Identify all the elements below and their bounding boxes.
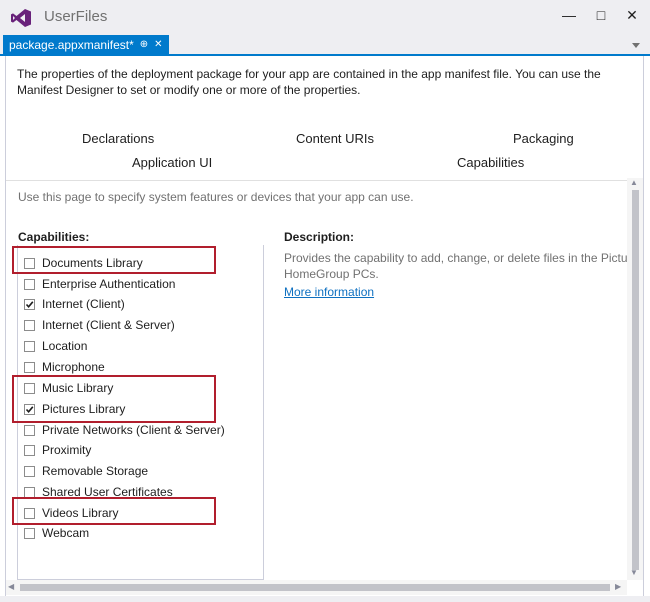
vertical-scroll-thumb[interactable] (632, 190, 639, 570)
capabilities-heading: Capabilities: (18, 230, 90, 244)
checkbox[interactable] (24, 298, 35, 310)
capability-label: Internet (Client) (42, 297, 125, 311)
capability-removable-storage[interactable]: Removable Storage (24, 462, 148, 480)
pin-icon[interactable]: ⊕ (140, 39, 148, 50)
capability-enterprise-authentication[interactable]: Enterprise Authentication (24, 275, 175, 293)
capability-label: Proximity (42, 443, 92, 457)
scroll-right-arrow-icon[interactable]: ▶ (615, 582, 621, 591)
capability-location[interactable]: Location (24, 337, 87, 355)
capability-label: Private Networks (Client & Server) (42, 423, 225, 437)
scroll-left-arrow-icon[interactable]: ◀ (8, 582, 14, 591)
description-line: Provides the capability to add, change, … (284, 251, 630, 265)
tab-capabilities[interactable]: Capabilities (457, 155, 524, 170)
highlight-box-videos (12, 497, 216, 525)
capability-label: Removable Storage (42, 464, 149, 478)
horizontal-scroll-thumb[interactable] (20, 584, 610, 591)
checkmark-icon (25, 300, 34, 308)
capability-internet-client[interactable]: Internet (Client) (24, 295, 125, 313)
highlight-box-documents (12, 246, 216, 274)
checkbox[interactable] (24, 319, 35, 331)
intro-text: The properties of the deployment package… (17, 67, 601, 97)
checkbox[interactable] (24, 527, 35, 539)
checkbox[interactable] (24, 424, 35, 436)
capability-label: Enterprise Authentication (42, 277, 176, 291)
scroll-down-arrow-icon[interactable]: ▼ (630, 568, 638, 577)
tab-content-uris[interactable]: Content URIs (296, 131, 374, 146)
visual-studio-logo-icon (11, 9, 31, 27)
capability-internet-client-server[interactable]: Internet (Client & Server) (24, 316, 175, 334)
tab-declarations[interactable]: Declarations (82, 131, 154, 146)
tabs-divider (6, 180, 643, 181)
checkbox[interactable] (24, 340, 35, 352)
description-line: HomeGroup PCs. (284, 267, 379, 281)
close-window-button[interactable]: ✕ (621, 5, 643, 25)
maximize-button[interactable]: □ (590, 5, 612, 25)
checkbox[interactable] (24, 486, 35, 498)
capability-label: Location (42, 339, 88, 353)
document-tab-label: package.appxmanifest* (9, 37, 134, 52)
checkbox[interactable] (24, 444, 35, 456)
more-information-link[interactable]: More information (284, 285, 374, 299)
scroll-up-arrow-icon[interactable]: ▲ (630, 178, 638, 187)
tab-overflow-dropdown-icon[interactable] (631, 40, 641, 50)
capability-microphone[interactable]: Microphone (24, 358, 105, 376)
page-description: Use this page to specify system features… (18, 190, 414, 204)
window-title: UserFiles (44, 8, 108, 25)
checkbox[interactable] (24, 465, 35, 477)
highlight-box-music-pictures (12, 375, 216, 423)
tab-close-icon[interactable]: ✕ (154, 39, 162, 50)
capability-label: Microphone (42, 360, 105, 374)
tab-application-ui[interactable]: Application UI (132, 155, 212, 170)
window-bottom-edge (0, 596, 650, 602)
capability-webcam[interactable]: Webcam (24, 524, 89, 542)
capability-proximity[interactable]: Proximity (24, 441, 91, 459)
checkbox[interactable] (24, 361, 35, 373)
description-text: Provides the capability to add, change, … (284, 250, 630, 282)
capability-label: Internet (Client & Server) (42, 318, 175, 332)
checkbox[interactable] (24, 278, 35, 290)
capability-label: Webcam (42, 526, 90, 540)
capability-private-networks[interactable]: Private Networks (Client & Server) (24, 421, 225, 439)
description-heading: Description: (284, 230, 355, 244)
document-tab[interactable]: package.appxmanifest* ⊕ ✕ (3, 35, 169, 54)
tab-packaging[interactable]: Packaging (513, 131, 574, 146)
minimize-button[interactable]: — (558, 5, 580, 25)
